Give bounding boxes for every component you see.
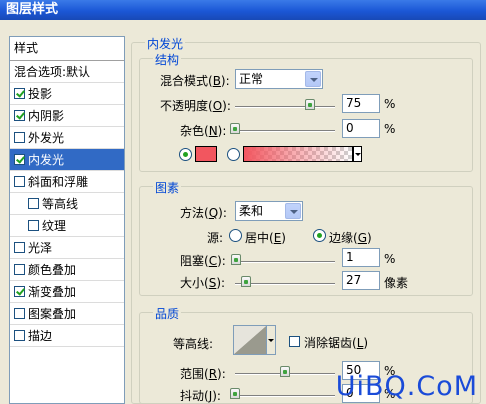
style-item[interactable]: 光泽 — [10, 237, 124, 259]
color-radio[interactable] — [179, 148, 192, 161]
blend-mode-label: 混合模式(B): — [160, 74, 230, 88]
noise-input[interactable]: 0 — [342, 119, 380, 138]
watermark: UiBQ.CoM — [335, 371, 478, 402]
style-item-label: 斜面和浮雕 — [28, 175, 89, 189]
contour-curve-icon — [234, 326, 266, 354]
style-item-label: 内阴影 — [28, 109, 65, 123]
styles-list: 样式 混合选项:默认投影内阴影外发光内发光斜面和浮雕等高线纹理光泽颜色叠加渐变叠… — [9, 36, 125, 404]
style-item[interactable]: 纹理 — [10, 215, 124, 237]
size-slider-thumb[interactable] — [241, 276, 251, 287]
style-item-label: 等高线 — [42, 197, 79, 211]
choke-label: 阻塞(C): — [180, 254, 226, 268]
style-checkbox[interactable] — [14, 176, 25, 187]
contour-preview[interactable] — [233, 325, 267, 355]
style-item-label: 外发光 — [28, 131, 65, 145]
style-checkbox[interactable] — [14, 308, 25, 319]
style-item[interactable]: 投影 — [10, 83, 124, 105]
window-title: 图层样式 — [0, 0, 486, 20]
gradient-picker-button[interactable] — [353, 146, 362, 162]
range-label: 范围(R): — [180, 367, 226, 381]
style-item[interactable]: 渐变叠加 — [10, 281, 124, 303]
contour-label: 等高线: — [173, 337, 214, 351]
source-center-radio[interactable] — [229, 229, 242, 242]
style-checkbox[interactable] — [14, 286, 25, 297]
style-checkbox[interactable] — [14, 88, 25, 99]
size-input[interactable]: 27 — [342, 271, 380, 290]
inner-glow-panel: 内发光 结构 混合模式(B): 正常 不透明度(O): 75 % 杂色(N): … — [131, 35, 483, 404]
choke-slider-track[interactable] — [235, 261, 335, 263]
noise-slider-track[interactable] — [235, 130, 335, 132]
choke-input[interactable]: 1 — [342, 248, 380, 267]
style-item-label: 颜色叠加 — [28, 263, 77, 277]
style-item-label: 描边 — [28, 329, 53, 343]
chevron-down-icon — [305, 71, 321, 87]
opacity-slider-track[interactable] — [235, 106, 335, 108]
antialias-checkbox[interactable] — [289, 336, 300, 347]
style-checkbox[interactable] — [28, 198, 39, 209]
style-item[interactable]: 内阴影 — [10, 105, 124, 127]
choke-unit: % — [384, 252, 396, 266]
technique-select[interactable]: 柔和 — [235, 201, 303, 221]
style-item-label: 投影 — [28, 87, 53, 101]
antialias-label: 消除锯齿(L) — [304, 336, 369, 350]
style-item-label: 图案叠加 — [28, 307, 77, 321]
source-center-label: 居中(E) — [245, 231, 286, 245]
style-item[interactable]: 斜面和浮雕 — [10, 171, 124, 193]
source-edge-radio[interactable] — [313, 229, 326, 242]
glow-gradient-swatch[interactable] — [243, 146, 353, 162]
style-item[interactable]: 图案叠加 — [10, 303, 124, 325]
jitter-label: 抖动(J): — [180, 389, 221, 403]
glow-color-swatch[interactable] — [195, 146, 217, 162]
style-checkbox[interactable] — [14, 132, 25, 143]
technique-label: 方法(Q): — [180, 206, 227, 220]
source-label: 源: — [207, 231, 224, 245]
style-item-label: 内发光 — [28, 153, 65, 167]
inner-glow-title: 内发光 — [145, 35, 186, 52]
size-unit: 像素 — [384, 276, 409, 290]
style-checkbox[interactable] — [14, 330, 25, 341]
style-item[interactable]: 描边 — [10, 325, 124, 347]
gradient-radio[interactable] — [227, 148, 240, 161]
range-slider-thumb[interactable] — [280, 366, 290, 377]
style-checkbox[interactable] — [14, 242, 25, 253]
style-item-label: 混合选项:默认 — [14, 65, 91, 79]
chevron-down-icon — [285, 203, 301, 219]
contour-picker-button[interactable] — [266, 325, 276, 355]
noise-label: 杂色(N): — [180, 124, 227, 138]
opacity-slider-thumb[interactable] — [305, 99, 315, 110]
blend-mode-value: 正常 — [239, 72, 264, 86]
style-checkbox[interactable] — [28, 220, 39, 231]
noise-unit: % — [384, 122, 396, 136]
style-checkbox[interactable] — [14, 154, 25, 165]
noise-slider-thumb[interactable] — [230, 123, 240, 134]
jitter-slider-thumb[interactable] — [230, 388, 240, 399]
style-item-label: 纹理 — [42, 219, 67, 233]
size-label: 大小(S): — [180, 276, 226, 290]
style-item[interactable]: 等高线 — [10, 193, 124, 215]
style-item-label: 渐变叠加 — [28, 285, 77, 299]
style-item[interactable]: 外发光 — [10, 127, 124, 149]
style-checkbox[interactable] — [14, 110, 25, 121]
style-item[interactable]: 混合选项:默认 — [10, 61, 124, 83]
opacity-input[interactable]: 75 — [342, 94, 380, 113]
style-checkbox[interactable] — [14, 264, 25, 275]
technique-value: 柔和 — [239, 204, 264, 218]
opacity-unit: % — [384, 97, 396, 111]
style-item-label: 光泽 — [28, 241, 53, 255]
opacity-label: 不透明度(O): — [160, 99, 231, 113]
choke-slider-thumb[interactable] — [231, 254, 241, 265]
blend-mode-select[interactable]: 正常 — [235, 69, 323, 89]
jitter-slider-track[interactable] — [235, 395, 335, 397]
structure-title: 结构 — [153, 51, 182, 68]
style-item[interactable]: 内发光 — [10, 149, 124, 171]
source-edge-label: 边缘(G) — [329, 231, 372, 245]
quality-title: 品质 — [153, 305, 182, 322]
style-items: 混合选项:默认投影内阴影外发光内发光斜面和浮雕等高线纹理光泽颜色叠加渐变叠加图案… — [10, 61, 124, 347]
styles-header[interactable]: 样式 — [10, 37, 124, 61]
elements-title: 图素 — [153, 179, 182, 196]
style-item[interactable]: 颜色叠加 — [10, 259, 124, 281]
